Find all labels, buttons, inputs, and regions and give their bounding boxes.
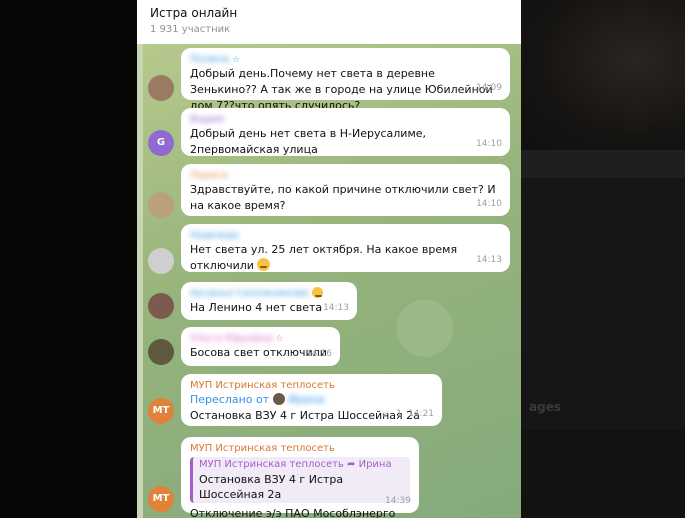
chat-header[interactable]: Истра онлайн 1 931 участник bbox=[137, 0, 521, 44]
message-time: 14:13 bbox=[323, 303, 349, 313]
message-time: 14:16 bbox=[306, 349, 332, 359]
chat-left-strip bbox=[137, 44, 143, 518]
avatar[interactable] bbox=[148, 192, 174, 218]
avatar[interactable] bbox=[148, 75, 174, 101]
message-time: 14:10 bbox=[476, 139, 502, 149]
message-text: Добрый день.Почему нет света в деревне З… bbox=[190, 67, 493, 112]
message-text: Добрый день нет света в Н-Иерусалиме, 2п… bbox=[190, 127, 427, 156]
sender-label: Аксинья Сапожникова bbox=[190, 288, 309, 299]
message-bubble[interactable]: МУП Истринская теплосеть Переслано от Ир… bbox=[181, 374, 442, 426]
message-time: 14:13 bbox=[476, 255, 502, 265]
sender-name[interactable]: Надежда bbox=[190, 229, 501, 242]
desktop-background-left bbox=[0, 0, 137, 518]
avatar[interactable]: G bbox=[148, 130, 174, 156]
background-photo bbox=[521, 0, 685, 150]
message-time: 14:09 bbox=[476, 83, 502, 93]
forwarded-prefix: Переслано от bbox=[190, 393, 270, 406]
message-text: Нет света ул. 25 лет октября. На какое в… bbox=[190, 242, 501, 274]
sender-label: Лариса bbox=[190, 170, 229, 181]
sender-name[interactable]: МУП Истринская теплосеть bbox=[190, 379, 433, 392]
reply-quote-text: Остановка ВЗУ 4 г Истра Шоссейная 2а bbox=[199, 473, 344, 501]
reaction-count[interactable]: 1 bbox=[396, 406, 402, 422]
avatar-letter: MT bbox=[152, 493, 170, 504]
avatar[interactable]: MT bbox=[148, 398, 174, 424]
thinking-emoji-icon bbox=[256, 258, 270, 271]
message-bubble[interactable]: Аксинья Сапожникова На Ленино 4 нет свет… bbox=[181, 282, 357, 320]
sender-name[interactable]: Лариса bbox=[190, 169, 501, 182]
avatar[interactable] bbox=[148, 293, 174, 319]
message-bubble[interactable]: Вадим Добрый день нет света в Н-Иерусали… bbox=[181, 108, 510, 156]
forwarded-from: Ирина bbox=[288, 393, 325, 406]
message-text: Отключение э/э ПАО Мособлэнерго bbox=[190, 507, 396, 518]
member-count: 1 931 участник bbox=[150, 24, 231, 35]
reply-quote-header: МУП Истринская теплосеть ➦ Ирина bbox=[199, 459, 392, 470]
background-panel-lower bbox=[521, 430, 685, 518]
background-panel bbox=[521, 150, 685, 178]
message-text-content: Нет света ул. 25 лет октября. На какое в… bbox=[190, 243, 458, 272]
message-bubble[interactable]: Лариса Здравствуйте, по какой причине от… bbox=[181, 164, 510, 216]
sender-label: Ольга Юрьевна bbox=[190, 333, 273, 344]
avatar[interactable] bbox=[148, 248, 174, 274]
message-bubble[interactable]: Надежда Нет света ул. 25 лет октября. На… bbox=[181, 224, 510, 272]
sender-name[interactable]: Ольга Юрьевна ☆ bbox=[190, 332, 331, 345]
reply-arrow-icon[interactable]: ⤶ bbox=[382, 406, 388, 422]
sender-name[interactable]: Вадим bbox=[190, 113, 501, 126]
avatar-letter: MT bbox=[152, 405, 170, 416]
avatar[interactable]: MT bbox=[148, 486, 174, 512]
star-icon: ☆ bbox=[232, 55, 241, 65]
message-text: Здравствуйте, по какой причине отключили… bbox=[190, 183, 496, 212]
sender-name[interactable]: Аксинья Сапожникова bbox=[190, 287, 348, 300]
background-faint-text: ages bbox=[529, 400, 561, 414]
sender-name[interactable]: Полина ☆ bbox=[190, 53, 501, 66]
forwarded-avatar bbox=[272, 393, 285, 405]
chat-window: Истра онлайн 1 931 участник Полина ☆ Добр… bbox=[137, 0, 521, 518]
avatar[interactable] bbox=[148, 339, 174, 365]
sender-label: Вадим bbox=[190, 114, 224, 125]
sender-label: Полина bbox=[190, 54, 230, 65]
sender-label: Надежда bbox=[190, 230, 239, 241]
message-bubble[interactable]: Ольга Юрьевна ☆ Босова свет отключили 14:… bbox=[181, 327, 340, 366]
message-bubble[interactable]: Полина ☆ Добрый день.Почему нет света в д… bbox=[181, 48, 510, 112]
desktop-background-right: ages bbox=[521, 0, 685, 518]
message-bubble[interactable]: МУП Истринская теплосеть МУП Истринская … bbox=[181, 437, 419, 518]
sender-name[interactable]: МУП Истринская теплосеть bbox=[190, 442, 410, 455]
smile-emoji-icon bbox=[311, 287, 323, 298]
message-time: 14:10 bbox=[476, 199, 502, 209]
chat-title[interactable]: Истра онлайн bbox=[150, 6, 237, 20]
reply-quote[interactable]: МУП Истринская теплосеть ➦ Ирина Останов… bbox=[190, 457, 410, 503]
message-time: 14:21 bbox=[408, 409, 434, 419]
message-time: 14:39 bbox=[385, 496, 411, 506]
star-icon: ☆ bbox=[275, 334, 284, 344]
avatar-letter: G bbox=[156, 137, 166, 148]
